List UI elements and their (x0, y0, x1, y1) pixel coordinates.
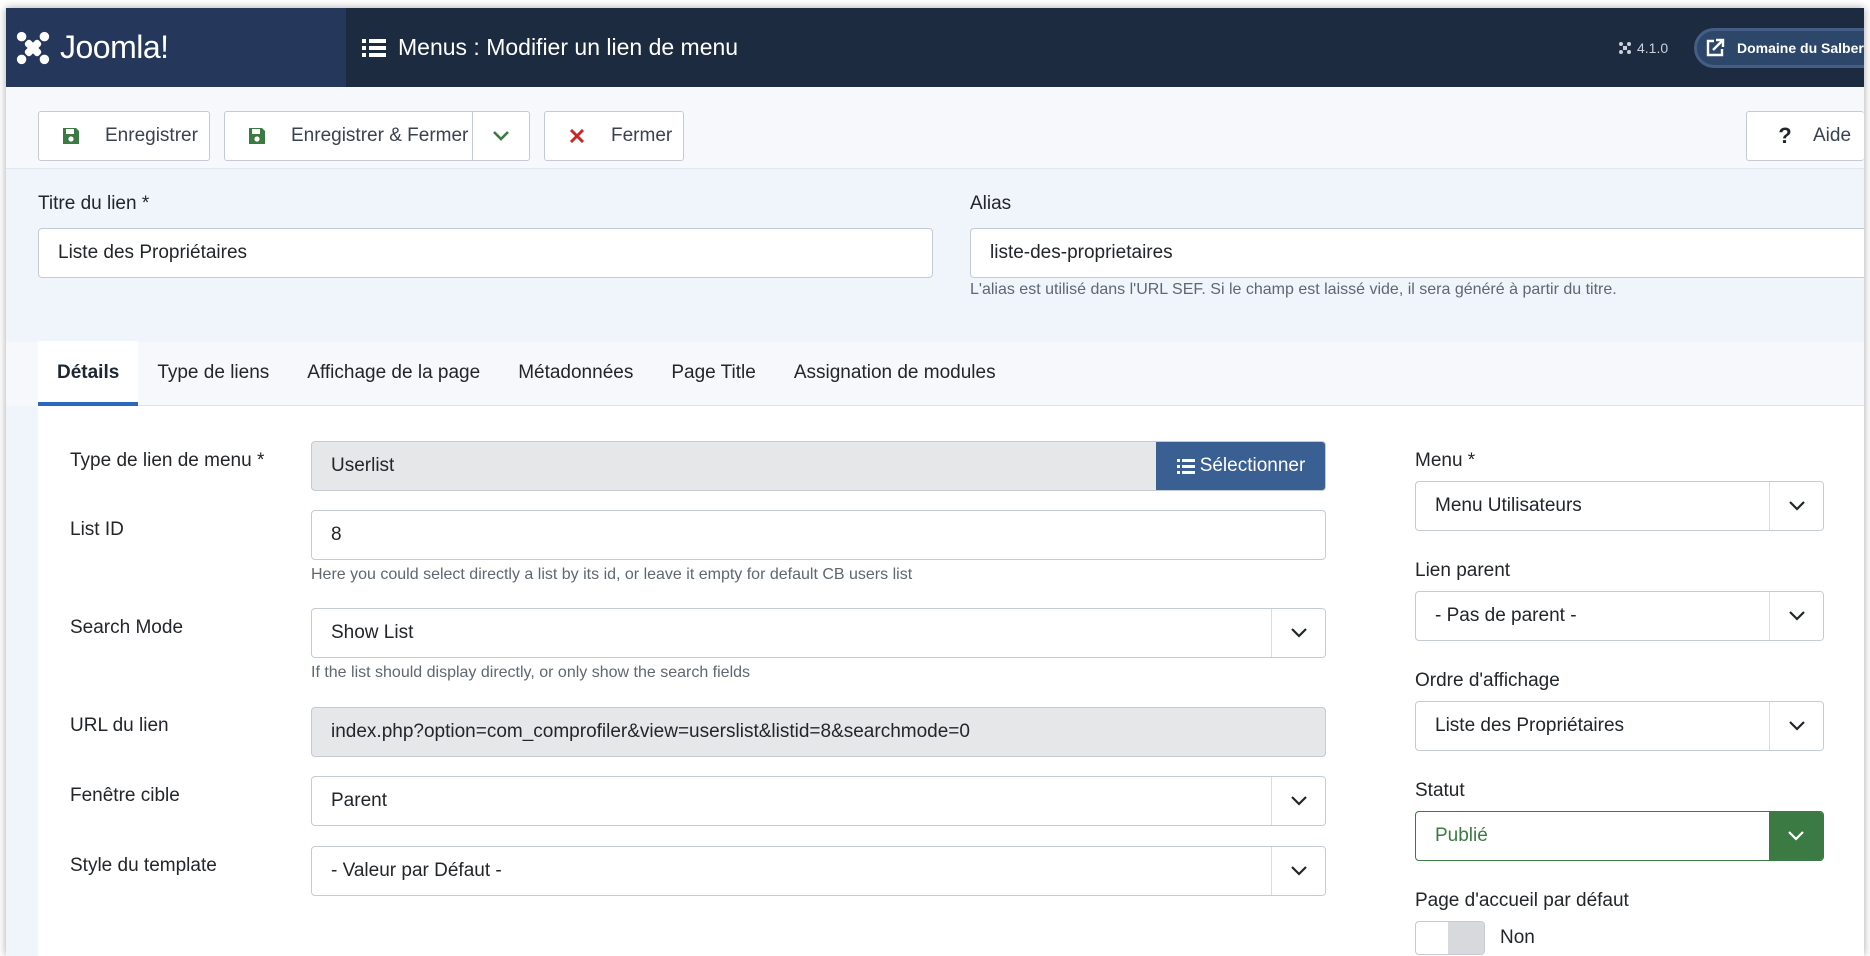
search-mode-label: Search Mode (70, 617, 184, 638)
template-style-label: Style du template (70, 855, 217, 876)
default-page-label: Page d'accueil par défaut (1415, 890, 1629, 911)
logo-wordmark: Joomla! (60, 29, 169, 65)
chevron-down-icon (1271, 847, 1325, 895)
ordering-select[interactable]: Liste des Propriétaires (1415, 701, 1824, 751)
chevron-down-icon (1769, 812, 1823, 860)
chevron-down-icon (1769, 702, 1823, 750)
close-button[interactable]: Fermer (544, 111, 684, 161)
page-title-text: Menus : Modifier un lien de menu (398, 34, 739, 60)
select-type-label: Sélectionner (1199, 455, 1306, 476)
parent-item-label: Lien parent (1415, 560, 1511, 581)
alias-input[interactable]: liste-des-proprietaires (970, 228, 1864, 278)
ordering-value: Liste des Propriétaires (1435, 715, 1625, 736)
target-window-label: Fenêtre cible (70, 785, 180, 806)
tab-details[interactable]: Détails (38, 341, 139, 406)
template-style-value: - Valeur par Défaut - (331, 860, 502, 881)
chevron-down-icon (1271, 609, 1325, 657)
search-mode-select[interactable]: Show List (311, 608, 1326, 658)
version-text: 4.1.0 (1637, 39, 1669, 56)
template-style-select[interactable]: - Valeur par Défaut - (311, 846, 1326, 896)
save-label: Enregistrer (105, 125, 198, 146)
menu-item-type-field: Userlist Sélectionner (311, 441, 1326, 491)
link-url-label: URL du lien (70, 715, 169, 736)
details-panel: Type de lien de menu * Userlist Sélectio… (38, 406, 1864, 956)
joomla-logo[interactable]: Joomla! (6, 8, 346, 87)
parent-item-value: - Pas de parent - (1435, 605, 1577, 626)
status-value: Publié (1435, 825, 1488, 846)
close-icon (567, 126, 587, 146)
save-close-label: Enregistrer & Fermer (291, 125, 469, 146)
tab-module-assignment[interactable]: Assignation de modules (775, 341, 1015, 405)
save-button[interactable]: Enregistrer (38, 111, 210, 161)
help-button[interactable]: ? Aide (1746, 111, 1864, 161)
chevron-down-icon (1271, 777, 1325, 825)
target-window-select[interactable]: Parent (311, 776, 1326, 826)
title-label: Titre du lien * (38, 193, 150, 214)
search-mode-hint: If the list should display directly, or … (311, 664, 751, 681)
parent-item-select[interactable]: - Pas de parent - (1415, 591, 1824, 641)
chevron-down-icon (1769, 482, 1823, 530)
site-link[interactable]: Domaine du Salbert (1694, 28, 1864, 68)
menu-value: Menu Utilisateurs (1435, 495, 1582, 516)
list-icon (362, 38, 386, 57)
target-window-value: Parent (331, 790, 387, 811)
menu-item-type-label: Type de lien de menu * (70, 450, 265, 471)
menu-label: Menu * (1415, 450, 1476, 471)
list-id-hint: Here you could select directly a list by… (311, 566, 913, 583)
save-icon (247, 126, 267, 146)
list-id-label: List ID (70, 519, 124, 540)
save-close-button[interactable]: Enregistrer & Fermer (224, 111, 478, 161)
alias-label: Alias (970, 193, 1012, 214)
joomla-icon (16, 31, 50, 64)
chevron-down-icon (1769, 592, 1823, 640)
alias-hint: L'alias est utilisé dans l'URL SEF. Si l… (970, 281, 1617, 298)
save-options-dropdown[interactable] (472, 111, 530, 161)
ordering-label: Ordre d'affichage (1415, 670, 1560, 691)
search-mode-value: Show List (331, 622, 414, 643)
header-bar: Joomla! Menus : Modifier un lien de menu… (6, 8, 1864, 87)
title-input[interactable]: Liste des Propriétaires (38, 228, 933, 278)
chevron-down-icon (493, 131, 509, 141)
site-name: Domaine du Salbert (1737, 40, 1864, 56)
menu-select[interactable]: Menu Utilisateurs (1415, 481, 1824, 531)
default-page-value: Non (1500, 927, 1535, 948)
link-url-field: index.php?option=com_comprofiler&view=us… (311, 707, 1326, 757)
select-type-button[interactable]: Sélectionner (1156, 442, 1325, 490)
external-link-icon (1706, 38, 1725, 57)
joomla-small-icon (1619, 41, 1631, 54)
tab-page-title[interactable]: Page Title (652, 341, 775, 405)
page-title: Menus : Modifier un lien de menu (362, 8, 738, 87)
tab-bar: Détails Type de liens Affichage de la pa… (38, 341, 1864, 406)
list-id-input[interactable]: 8 (311, 510, 1326, 560)
app-window: Joomla! Menus : Modifier un lien de menu… (6, 8, 1864, 956)
toggle-knob (1448, 922, 1484, 954)
tab-link-type[interactable]: Type de liens (138, 341, 288, 405)
menu-item-type-value: Userlist (331, 455, 395, 476)
help-label: Aide (1813, 125, 1852, 146)
close-label: Fermer (611, 125, 673, 146)
tab-metadata[interactable]: Métadonnées (499, 341, 652, 405)
toolbar: Enregistrer Enregistrer & Fermer Fermer … (6, 87, 1864, 169)
version-badge: 4.1.0 (1618, 8, 1668, 87)
default-page-toggle[interactable] (1415, 921, 1485, 955)
tab-page-display[interactable]: Affichage de la page (288, 341, 499, 405)
list-icon (1176, 458, 1195, 474)
question-icon: ? (1778, 123, 1792, 148)
save-icon (61, 126, 81, 146)
status-label: Statut (1415, 780, 1465, 801)
status-select[interactable]: Publié (1415, 811, 1824, 861)
